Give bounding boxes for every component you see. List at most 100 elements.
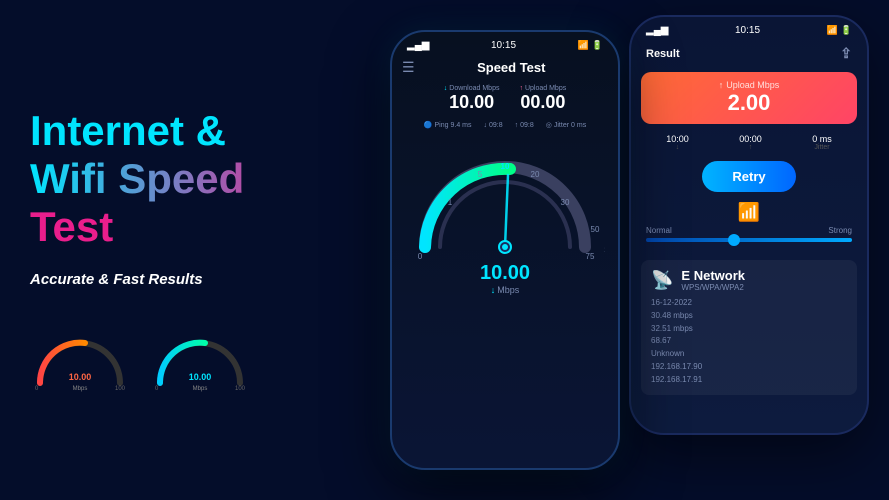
network-dl-speed: 30.48 mbps <box>651 310 847 323</box>
speed-stats: ↓ Download Mbps 10.00 ↑ Upload Mbps 00.0… <box>392 80 618 118</box>
ping-bar: 🔵 Ping 9.4 ms ↓ 09:8 ↑ 09:8 ◎ Jitter 0 m… <box>392 118 618 132</box>
ul-ping-item: ↑ 09:8 <box>515 121 534 129</box>
jitter-icon: ◎ <box>546 121 552 129</box>
ping-value: 9.4 ms <box>451 122 472 129</box>
svg-text:30: 30 <box>561 198 570 207</box>
download-label: ↓ Download Mbps <box>444 85 500 92</box>
speed-unit: ↓ Mbps <box>392 285 618 295</box>
svg-text:20: 20 <box>531 170 540 179</box>
mini-gauge-cyan: 0 100 10.00 Mbps <box>150 328 250 393</box>
svg-text:10.00: 10.00 <box>69 372 92 382</box>
mini-gauges: 0 100 10.00 Mbps 0 100 10.00 Mbps <box>30 328 310 393</box>
jitter-item: ◎ Jitter 0 ms <box>546 121 586 129</box>
network-ul-speed: 32.51 mbps <box>651 323 847 336</box>
svg-text:100: 100 <box>235 386 246 392</box>
ping-label: Ping <box>434 122 448 129</box>
upload-value: 00.00 <box>519 92 566 113</box>
speedometer-container: 0 1 5 10 20 30 50 75 100 <box>392 132 618 267</box>
dl-ping-item: ↓ 09:8 <box>484 121 503 129</box>
svg-text:Mbps: Mbps <box>73 386 88 392</box>
front-signal-icon: ▂▄▆ <box>407 40 429 51</box>
signal-section: 📶 Normal Strong <box>631 197 867 255</box>
front-wifi-icon: 📶 <box>578 40 589 51</box>
svg-text:75: 75 <box>586 252 595 261</box>
phone-title: Speed Test <box>415 60 608 75</box>
mini-gauge-red: 0 100 10.00 Mbps <box>30 328 130 393</box>
svg-text:10.00: 10.00 <box>189 372 212 382</box>
network-stats: 16-12-2022 30.48 mbps 32.51 mbps 68.67 U… <box>651 297 847 387</box>
front-status-bar: ▂▄▆ 10:15 📶 🔋 <box>392 32 618 55</box>
speedometer-svg: 0 1 5 10 20 30 50 75 100 <box>405 137 605 267</box>
phone-front: ▂▄▆ 10:15 📶 🔋 ☰ Speed Test ↓ Download Mb… <box>390 30 620 470</box>
result-title: Result <box>646 48 680 60</box>
signal-indicator <box>728 234 740 246</box>
back-stats-row: 10:00 ↓ 00:00 ↑ 0 ms Jitter <box>631 129 867 156</box>
retry-button[interactable]: Retry <box>702 161 795 192</box>
signal-normal-label: Normal <box>646 226 672 235</box>
network-name: E Network <box>681 268 745 283</box>
svg-text:0: 0 <box>35 386 39 392</box>
signal-labels: Normal Strong <box>646 226 852 235</box>
svg-text:0: 0 <box>155 386 159 392</box>
phones-container: ▂▄▆ 10:15 📶 🔋 Result ⇪ ↑ Upload Mbps 2.0… <box>340 0 889 500</box>
title-line2: Wifi Speed <box>30 155 310 203</box>
jitter-value: 0 ms <box>571 122 586 129</box>
title-line1: Internet & <box>30 107 310 155</box>
upload-arrow-icon: ↑ <box>519 85 523 92</box>
subtitle: Accurate & Fast Results <box>30 271 310 288</box>
upload-card-label: ↑ Upload Mbps <box>653 80 845 90</box>
upload-stat-block: ↑ Upload Mbps 00.00 <box>519 85 566 113</box>
svg-text:100: 100 <box>115 386 126 392</box>
svg-text:10: 10 <box>501 162 510 171</box>
network-card: 📡 E Network WPS/WPA/WPA2 16-12-2022 30.4… <box>641 260 857 395</box>
left-section: Internet & Wifi Speed Test Accurate & Fa… <box>0 0 340 500</box>
phone-header: ☰ Speed Test <box>392 55 618 80</box>
svg-text:1: 1 <box>448 198 453 207</box>
back-battery-icon: 🔋 <box>841 25 852 36</box>
title-line3: Test <box>30 203 310 251</box>
jitter-label: Jitter <box>554 122 569 129</box>
svg-text:5: 5 <box>478 170 483 179</box>
front-time: 10:15 <box>491 40 516 51</box>
ul-icon: ↑ <box>515 122 519 129</box>
back-signal-icon: ▂▄▆ <box>646 25 668 36</box>
upload-label: ↑ Upload Mbps <box>519 85 566 92</box>
network-ip2: 192.168.17.91 <box>651 374 847 387</box>
svg-text:100: 100 <box>604 247 605 254</box>
network-ping: 68.67 <box>651 335 847 348</box>
download-arrow-icon: ↓ <box>444 85 448 92</box>
ping-icon: 🔵 <box>424 121 433 129</box>
hamburger-icon[interactable]: ☰ <box>402 59 415 76</box>
dl-icon: ↓ <box>484 122 488 129</box>
back-wifi-icon: 📶 <box>827 25 838 36</box>
back-dl-val: 10:00 <box>666 134 689 144</box>
download-value: 10.00 <box>444 92 500 113</box>
network-type: WPS/WPA/WPA2 <box>681 283 745 292</box>
wifi-signal-icon: 📶 <box>738 202 760 223</box>
share-icon[interactable]: ⇪ <box>840 45 852 62</box>
speed-down-icon: ↓ <box>491 285 496 295</box>
front-battery-icon: 🔋 <box>592 40 603 51</box>
download-stat-block: ↓ Download Mbps 10.00 <box>444 85 500 113</box>
network-wifi-icon: 📡 <box>651 270 673 291</box>
front-status-icons: 📶 🔋 <box>578 40 603 51</box>
signal-bar <box>646 238 852 242</box>
svg-text:50: 50 <box>591 225 600 234</box>
main-title: Internet & Wifi Speed Test <box>30 107 310 252</box>
back-jitter-stat: 0 ms Jitter <box>812 134 832 151</box>
network-location: Unknown <box>651 348 847 361</box>
network-date: 16-12-2022 <box>651 297 847 310</box>
svg-text:Mbps: Mbps <box>193 386 208 392</box>
result-header: Result ⇪ <box>631 40 867 67</box>
upload-arrow-icon: ↑ <box>719 80 724 90</box>
back-time: 10:15 <box>735 25 760 36</box>
back-ul-val: 00:00 <box>739 134 762 144</box>
svg-text:0: 0 <box>418 252 423 261</box>
ping-item: 🔵 Ping 9.4 ms <box>424 121 472 129</box>
back-jitter-val: 0 ms <box>812 134 832 144</box>
network-ip1: 192.168.17.90 <box>651 361 847 374</box>
upload-card-value: 2.00 <box>653 90 845 116</box>
back-status-bar: ▂▄▆ 10:15 📶 🔋 <box>631 17 867 40</box>
phone-back: ▂▄▆ 10:15 📶 🔋 Result ⇪ ↑ Upload Mbps 2.0… <box>629 15 869 435</box>
back-ul-stat: 00:00 ↑ <box>739 134 762 151</box>
